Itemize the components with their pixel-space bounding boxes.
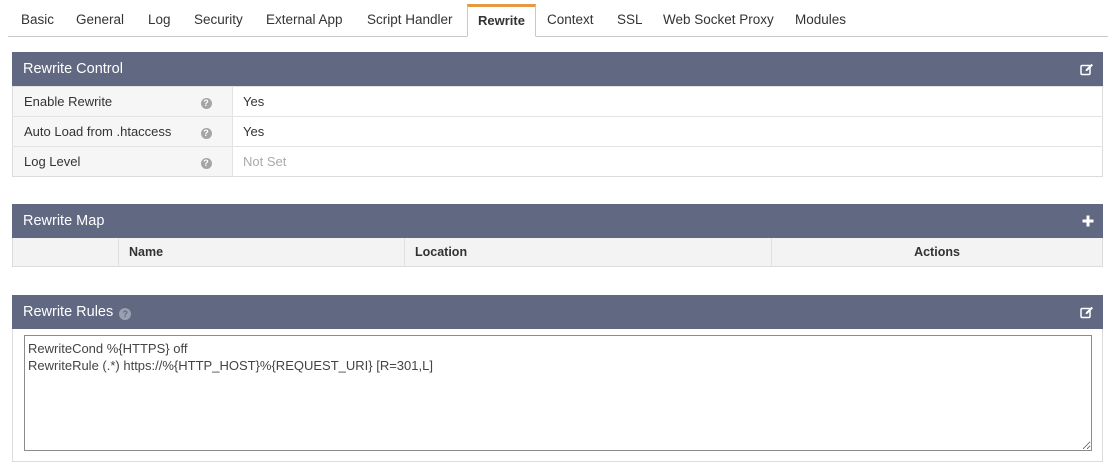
log-level-label: Log Level (12, 146, 201, 177)
rewrite-rules-body: RewriteCond %{HTTPS} off RewriteRule (.*… (12, 329, 1103, 462)
rewrite-rules-textarea[interactable]: RewriteCond %{HTTPS} off RewriteRule (.*… (24, 335, 1092, 451)
table-header-row: Name Location Actions (12, 238, 1103, 266)
help-icon[interactable]: ? (119, 308, 132, 320)
tab-ssl[interactable]: SSL (617, 6, 643, 36)
auto-load-htaccess-label: Auto Load from .htaccess (12, 116, 201, 147)
panel-title: Rewrite Rules (23, 304, 114, 320)
edit-icon[interactable] (1080, 52, 1094, 86)
edit-icon[interactable] (1080, 295, 1094, 329)
rewrite-rules-panel: Rewrite Rules? RewriteCond %{HTTPS} off … (12, 295, 1103, 462)
auto-load-htaccess-value: Yes (232, 116, 1103, 147)
rewrite-map-header: Rewrite Map (12, 204, 1103, 238)
plus-icon[interactable] (1082, 204, 1094, 238)
tab-context[interactable]: Context (547, 6, 594, 36)
help-icon[interactable]: ? (200, 98, 212, 109)
table-row: Enable Rewrite ? Yes (12, 86, 1103, 117)
tab-web-socket-proxy[interactable]: Web Socket Proxy (663, 6, 774, 36)
tab-basic[interactable]: Basic (21, 6, 54, 36)
rewrite-map-table: Name Location Actions (12, 238, 1103, 267)
table-row: Auto Load from .htaccess ? Yes (12, 116, 1103, 147)
tab-rewrite[interactable]: Rewrite (467, 4, 536, 37)
rewrite-map-panel: Rewrite Map Name Location Actions (12, 204, 1103, 267)
tab-general[interactable]: General (76, 6, 124, 36)
log-level-value: Not Set (232, 146, 1103, 177)
tab-script-handler[interactable]: Script Handler (367, 6, 453, 36)
help-icon[interactable]: ? (200, 158, 212, 169)
panel-title: Rewrite Map (23, 213, 105, 229)
column-header-name: Name (118, 238, 405, 266)
rewrite-control-table: Enable Rewrite ? Yes Auto Load from .hta… (12, 86, 1103, 177)
rewrite-control-header: Rewrite Control (12, 52, 1103, 86)
tab-modules[interactable]: Modules (795, 6, 846, 36)
column-header-actions: Actions (771, 238, 1103, 266)
panel-title: Rewrite Control (23, 61, 123, 77)
enable-rewrite-value: Yes (232, 86, 1103, 117)
tab-bar: Basic General Log Security External App … (8, 0, 1108, 37)
rewrite-rules-header: Rewrite Rules? (12, 295, 1103, 329)
column-header-location: Location (404, 238, 772, 266)
column-header-blank (12, 238, 119, 266)
tab-external-app[interactable]: External App (266, 6, 343, 36)
tab-security[interactable]: Security (194, 6, 243, 36)
help-icon[interactable]: ? (200, 128, 212, 139)
tab-log[interactable]: Log (148, 6, 171, 36)
enable-rewrite-label: Enable Rewrite (12, 86, 201, 117)
rewrite-control-panel: Rewrite Control Enable Rewrite ? Yes Aut… (12, 52, 1103, 177)
table-row: Log Level ? Not Set (12, 146, 1103, 177)
